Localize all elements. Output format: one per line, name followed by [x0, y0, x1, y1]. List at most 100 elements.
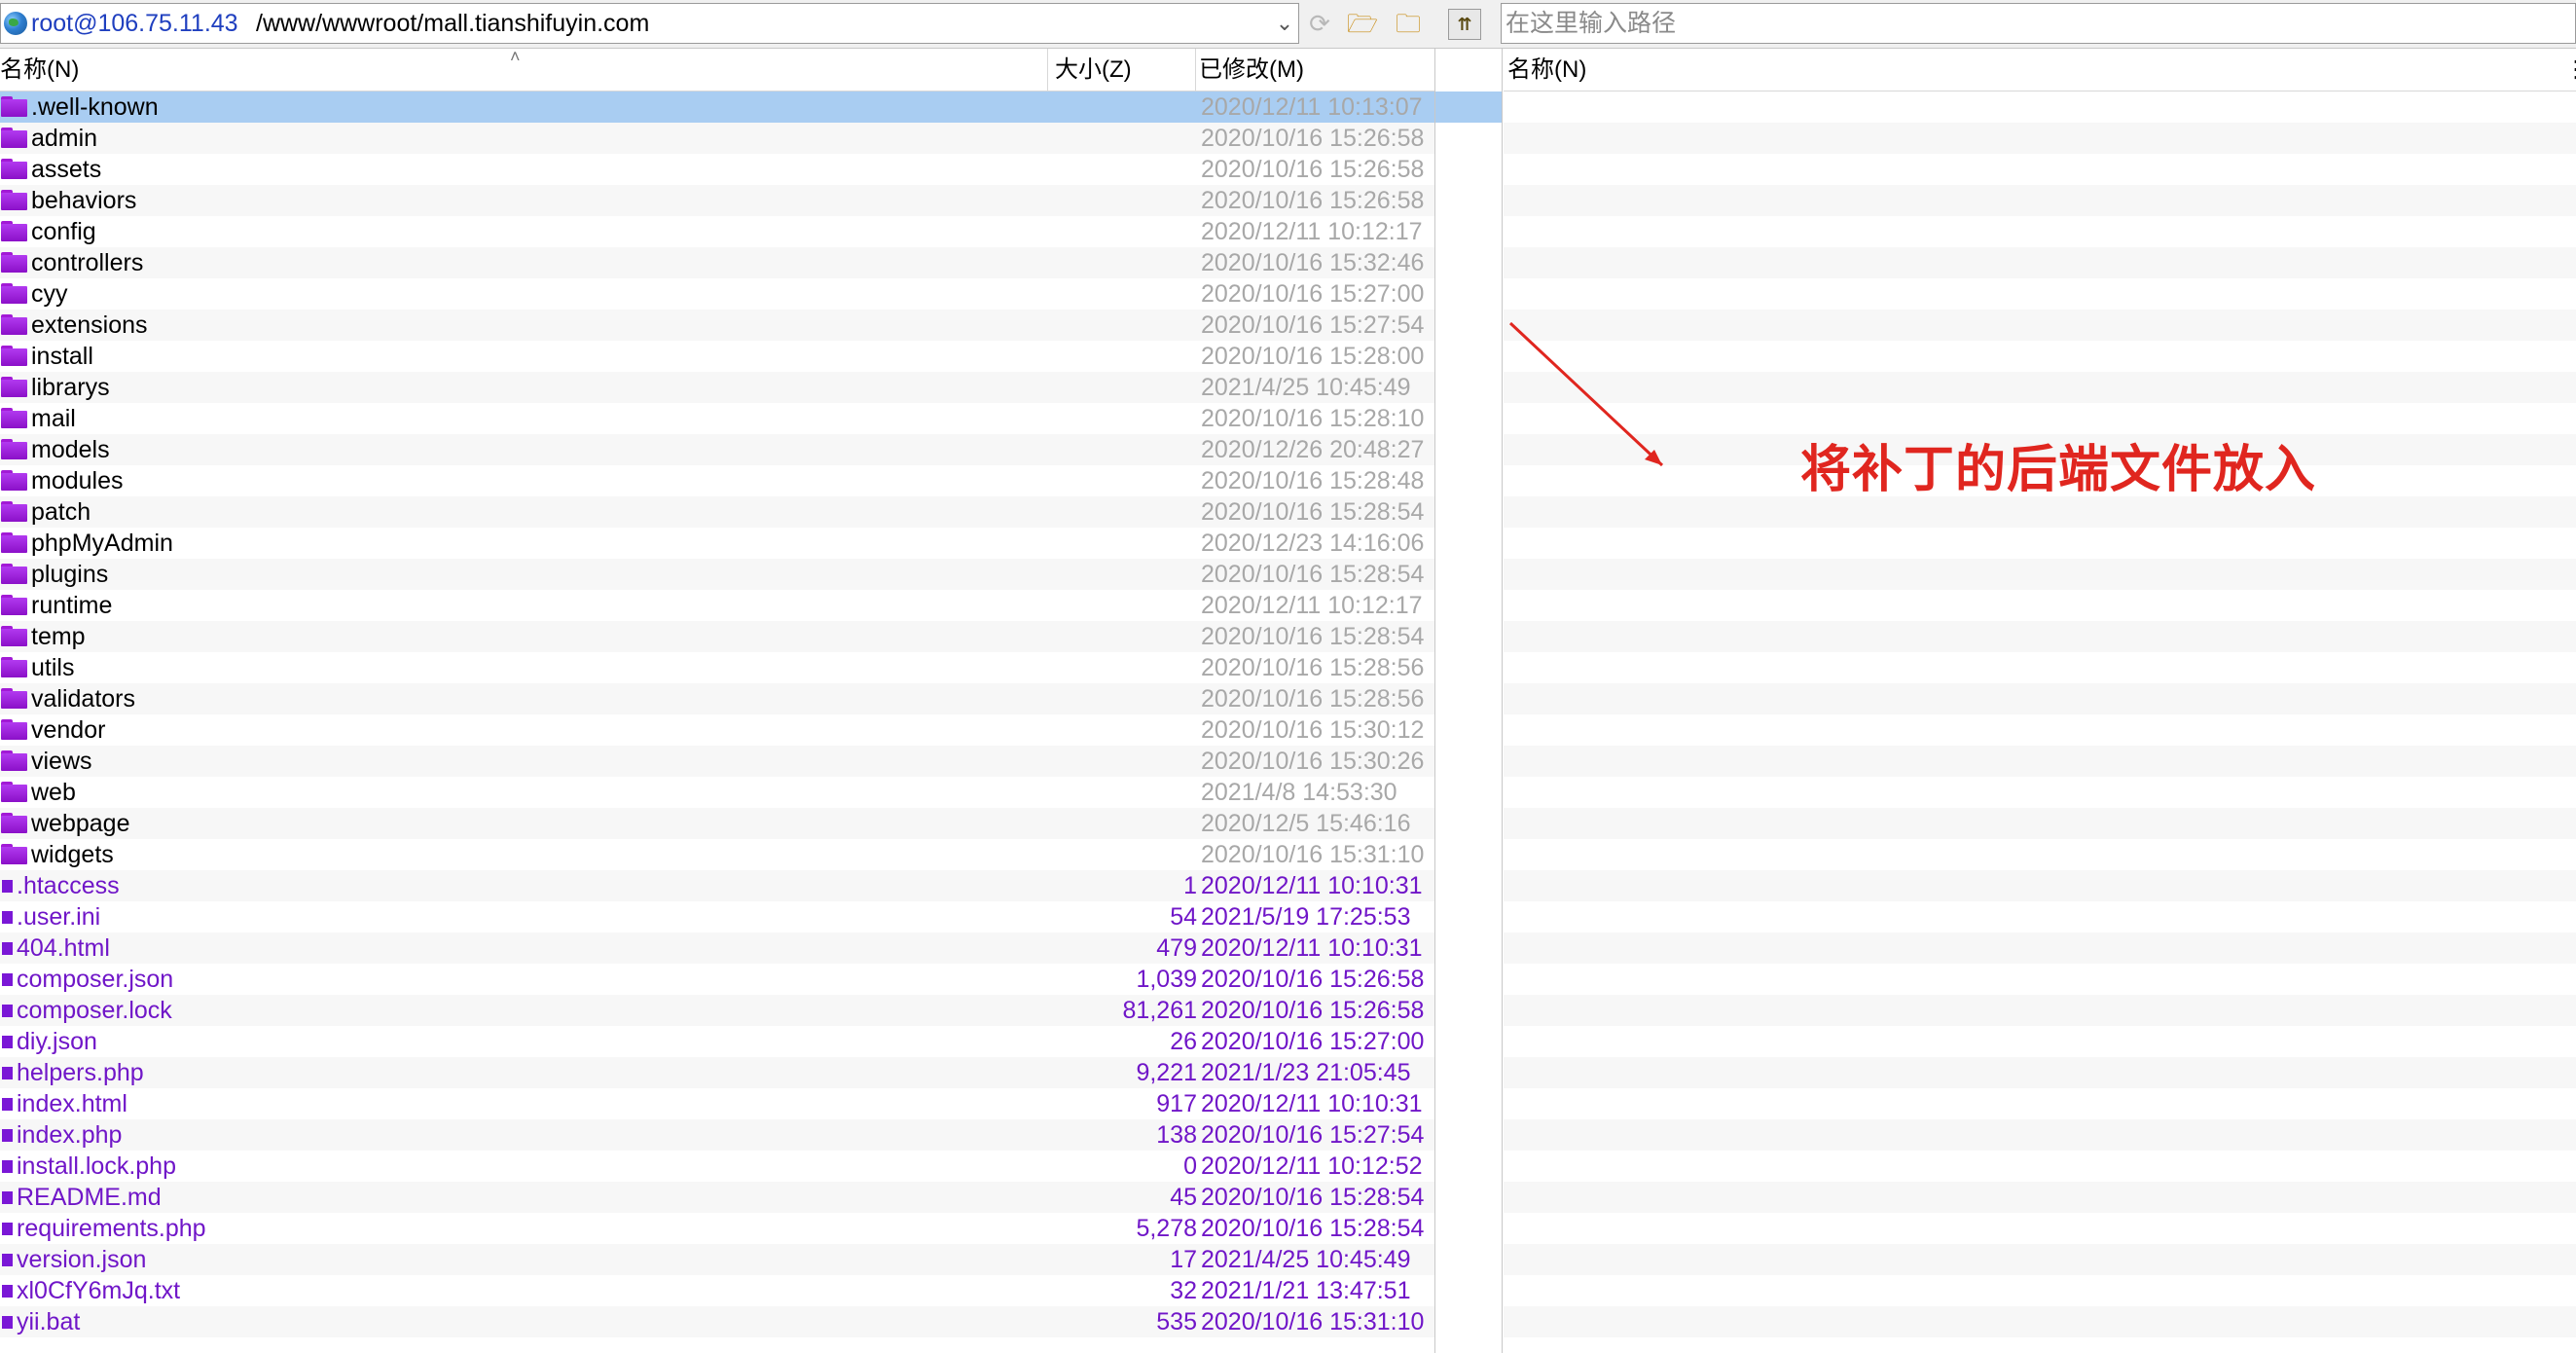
- folder-row[interactable]: assets 2020/10/16 15:26:58: [0, 154, 1434, 185]
- folder-icon: [1, 96, 27, 117]
- file-row[interactable]: install.lock.php 0 2020/12/11 10:12:52: [0, 1151, 1434, 1182]
- folder-row[interactable]: install 2020/10/16 15:28:00: [0, 341, 1434, 372]
- file-name: README.md: [17, 1184, 162, 1211]
- file-row[interactable]: index.html 917 2020/12/11 10:10:31: [0, 1088, 1434, 1119]
- folder-row[interactable]: modules 2020/10/16 15:28:48: [0, 465, 1434, 496]
- folder-icon: [1, 470, 27, 491]
- folder-icon: [1, 128, 27, 148]
- root-folder-icon[interactable]: ⇈: [1448, 9, 1481, 40]
- folder-row[interactable]: plugins 2020/10/16 15:28:54: [0, 559, 1434, 590]
- folder-row[interactable]: web 2021/4/8 14:53:30: [0, 777, 1434, 808]
- folder-row[interactable]: vendor 2020/10/16 15:30:12: [0, 714, 1434, 746]
- file-row[interactable]: README.md 45 2020/10/16 15:28:54: [0, 1182, 1434, 1213]
- file-row[interactable]: requirements.php 5,278 2020/10/16 15:28:54: [0, 1213, 1434, 1244]
- selection-highlight: [1435, 91, 1502, 123]
- folder-icon: [1, 626, 27, 646]
- column-divider[interactable]: [1195, 49, 1196, 91]
- empty-row: [1504, 1026, 2576, 1057]
- empty-row: [1504, 216, 2576, 247]
- empty-row: [1504, 1244, 2576, 1275]
- annotation-arrow: [1508, 321, 1664, 467]
- column-header-modified[interactable]: 已修改(M): [1199, 49, 1433, 91]
- local-path-box[interactable]: [1501, 3, 2576, 44]
- chevron-down-icon[interactable]: ⌄: [1272, 6, 1297, 41]
- folder-icon: [1, 813, 27, 833]
- folder-row[interactable]: runtime 2020/12/11 10:12:17: [0, 590, 1434, 621]
- folder-row[interactable]: extensions 2020/10/16 15:27:54: [0, 310, 1434, 341]
- modified-date: 2020/10/16 15:28:54: [1201, 1215, 1425, 1242]
- folder-row[interactable]: behaviors 2020/10/16 15:26:58: [0, 185, 1434, 216]
- folder-row[interactable]: utils 2020/10/16 15:28:56: [0, 652, 1434, 683]
- file-row[interactable]: diy.json 26 2020/10/16 15:27:00: [0, 1026, 1434, 1057]
- file-row[interactable]: 404.html 479 2020/12/11 10:10:31: [0, 932, 1434, 964]
- modified-date: 2020/10/16 15:32:46: [1201, 249, 1425, 276]
- folder-row[interactable]: models 2020/12/26 20:48:27: [0, 434, 1434, 465]
- folder-row[interactable]: phpMyAdmin 2020/12/23 14:16:06: [0, 528, 1434, 559]
- column-header-size[interactable]: 大小(Z): [1055, 49, 1191, 91]
- empty-row: [1504, 247, 2576, 278]
- file-size: 917: [1156, 1090, 1197, 1117]
- file-row[interactable]: helpers.php 9,221 2021/1/23 21:05:45: [0, 1057, 1434, 1088]
- file-name: index.html: [17, 1090, 127, 1117]
- file-name: helpers.php: [17, 1059, 144, 1086]
- folder-row[interactable]: config 2020/12/11 10:12:17: [0, 216, 1434, 247]
- file-name: 404.html: [17, 934, 110, 962]
- folder-row[interactable]: controllers 2020/10/16 15:32:46: [0, 247, 1434, 278]
- folder-row[interactable]: validators 2020/10/16 15:28:56: [0, 683, 1434, 714]
- empty-row: [1504, 652, 2576, 683]
- folder-row[interactable]: widgets 2020/10/16 15:31:10: [0, 839, 1434, 870]
- parent-folder-icon[interactable]: 🗀: [1391, 7, 1426, 40]
- file-row[interactable]: composer.json 1,039 2020/10/16 15:26:58: [0, 964, 1434, 995]
- folder-row[interactable]: mail 2020/10/16 15:28:10: [0, 403, 1434, 434]
- refresh-icon[interactable]: ⟳: [1302, 7, 1337, 40]
- file-size: 17: [1170, 1246, 1197, 1273]
- file-row[interactable]: composer.lock 81,261 2020/10/16 15:26:58: [0, 995, 1434, 1026]
- modified-date: 2020/12/11 10:10:31: [1201, 1090, 1423, 1117]
- column-header-name[interactable]: 名称(N): [1507, 49, 1586, 91]
- folder-row[interactable]: patch 2020/10/16 15:28:54: [0, 496, 1434, 528]
- folder-row[interactable]: views 2020/10/16 15:30:26: [0, 746, 1434, 777]
- column-divider[interactable]: [1047, 49, 1048, 91]
- folder-name: webpage: [31, 810, 130, 837]
- folder-icon: [1, 595, 27, 615]
- folder-icon: [1, 377, 27, 397]
- modified-date: 2020/12/11 10:12:17: [1201, 218, 1423, 245]
- file-size: 45: [1170, 1184, 1197, 1211]
- file-name: diy.json: [17, 1028, 97, 1055]
- empty-row: [1504, 1275, 2576, 1306]
- file-name: version.json: [17, 1246, 147, 1273]
- folder-row[interactable]: cyy 2020/10/16 15:27:00: [0, 278, 1434, 310]
- file-row[interactable]: version.json 17 2021/4/25 10:45:49: [0, 1244, 1434, 1275]
- empty-row: [1504, 870, 2576, 901]
- file-icon: [2, 942, 13, 955]
- folder-row[interactable]: .well-known 2020/12/11 10:13:07: [0, 91, 1434, 123]
- remote-file-list[interactable]: 名称(N) ˄ 大小(Z) 已修改(M) .well-known 2020/12/…: [0, 49, 1434, 1353]
- remote-host[interactable]: root@106.75.11.43: [31, 10, 238, 38]
- folder-name: plugins: [31, 561, 109, 588]
- folder-row[interactable]: librarys 2021/4/25 10:45:49: [0, 372, 1434, 403]
- local-file-list[interactable]: 名称(N) ˄ ⋮: [1504, 49, 2576, 1353]
- folder-icon: [1, 159, 27, 179]
- modified-date: 2020/10/16 15:28:56: [1201, 685, 1425, 713]
- folder-row[interactable]: webpage 2020/12/5 15:46:16: [0, 808, 1434, 839]
- file-row[interactable]: yii.bat 535 2020/10/16 15:31:10: [0, 1306, 1434, 1337]
- local-path-input[interactable]: [1506, 8, 2566, 39]
- folder-row[interactable]: admin 2020/10/16 15:26:58: [0, 123, 1434, 154]
- modified-date: 2021/5/19 17:25:53: [1201, 903, 1411, 931]
- folder-row[interactable]: temp 2020/10/16 15:28:54: [0, 621, 1434, 652]
- remote-path[interactable]: /www/wwwroot/mall.tianshifuyin.com: [256, 10, 649, 38]
- empty-row: [1504, 964, 2576, 995]
- pane-splitter[interactable]: [1434, 49, 1503, 1353]
- file-row[interactable]: xl0CfY6mJq.txt 32 2021/1/21 13:47:51: [0, 1275, 1434, 1306]
- file-row[interactable]: .htaccess 1 2020/12/11 10:10:31: [0, 870, 1434, 901]
- empty-row: [1504, 278, 2576, 310]
- modified-date: 2020/10/16 15:27:54: [1201, 1121, 1425, 1149]
- file-row[interactable]: index.php 138 2020/10/16 15:27:54: [0, 1119, 1434, 1151]
- globe-icon: [4, 12, 27, 35]
- file-row[interactable]: .user.ini 54 2021/5/19 17:25:53: [0, 901, 1434, 932]
- empty-row: [1504, 808, 2576, 839]
- column-header-name[interactable]: 名称(N) ˄: [0, 49, 1051, 91]
- remote-path-combobox[interactable]: root@106.75.11.43 /www/wwwroot/mall.tian…: [0, 3, 1299, 44]
- empty-row: [1504, 1182, 2576, 1213]
- open-folder-icon[interactable]: 🗁: [1345, 7, 1380, 40]
